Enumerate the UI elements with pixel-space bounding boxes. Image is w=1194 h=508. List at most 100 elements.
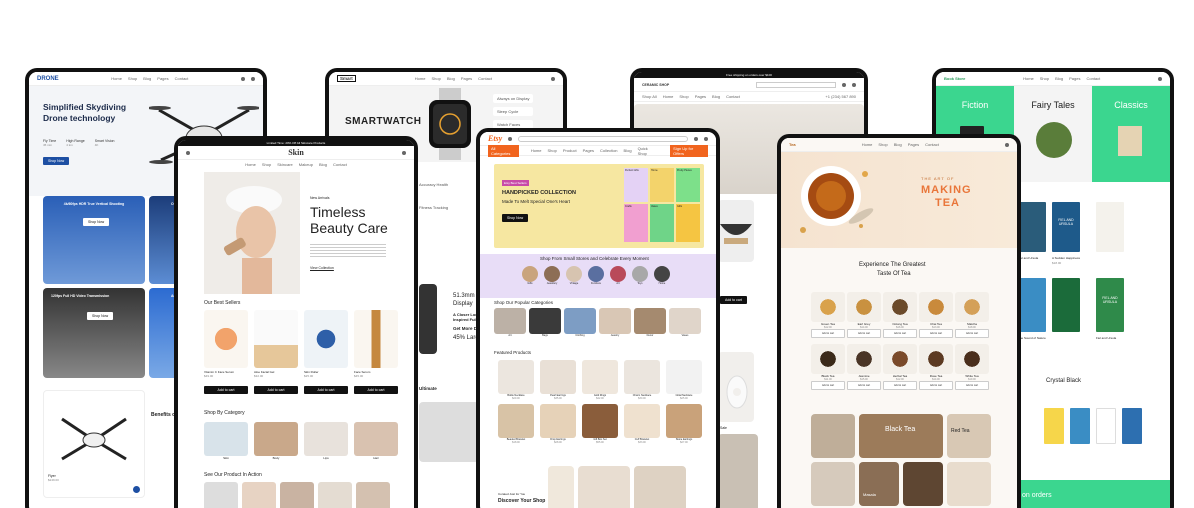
product-card[interactable]: Pearl Earrings $35.00 (540, 360, 576, 400)
add-to-cart-button[interactable]: Add to cart (847, 381, 881, 390)
product-card[interactable]: Vitamin C Face Serum $49.00 Add to cart (204, 310, 248, 396)
category-card[interactable]: Jewelry (599, 308, 631, 337)
add-to-cart-button[interactable]: Add to cart (955, 381, 989, 390)
menu-icon[interactable] (508, 136, 513, 141)
ceramic-nav-pages[interactable]: Pages (695, 94, 706, 99)
store-circle[interactable]: Furniture (588, 266, 604, 285)
genre-fairy-tales[interactable]: Fairy Tales (1014, 86, 1092, 182)
book-cover[interactable] (1018, 278, 1046, 332)
store-circle[interactable]: Home (654, 266, 670, 285)
skin-nav-blog[interactable]: Blog (319, 162, 327, 167)
drone-nav-home[interactable]: Home (111, 76, 122, 81)
cart-icon[interactable] (551, 76, 555, 81)
heart-icon[interactable] (694, 136, 698, 141)
tea-card[interactable]: Herbal Tea $12.00 Add to cart (883, 344, 917, 390)
etsy-search-input[interactable] (518, 135, 688, 142)
add-to-cart-button[interactable]: Add to cart (847, 329, 881, 338)
tile-shop-button[interactable]: Shop Now (83, 218, 110, 226)
cart-icon[interactable] (251, 76, 255, 81)
add-to-cart-button[interactable]: Add to cart (811, 329, 845, 338)
add-to-cart-button[interactable]: Add to cart (204, 386, 248, 394)
add-to-cart-button[interactable]: Add to cart (254, 386, 298, 394)
etsy-nav-quick-shop[interactable]: Quick Shop (638, 146, 659, 156)
books-nav-home[interactable]: Home (1023, 76, 1034, 81)
video-thumb[interactable] (204, 482, 238, 508)
product-card[interactable]: Gift Box Set $55.00 (582, 404, 618, 444)
skin-nav-skincare[interactable]: Skincare (277, 162, 293, 167)
book-cover[interactable] (1044, 408, 1064, 444)
drone-tile-3[interactable]: 120fps Full HD Video Transmission Shop N… (43, 288, 145, 378)
store-circle[interactable]: Jewellery (544, 266, 560, 285)
tea-nav-home[interactable]: Home (862, 142, 873, 147)
genre-classics[interactable]: Classics (1092, 86, 1170, 182)
tea-promo-3[interactable]: Red Tea (947, 414, 991, 458)
search-bar[interactable] (756, 81, 836, 88)
book-cover[interactable] (1070, 408, 1090, 444)
drone-shop-now-button[interactable]: Shop Now (43, 157, 70, 165)
watch-nav-home[interactable]: Home (415, 76, 426, 81)
add-to-cart-button[interactable]: Add to cart (919, 329, 953, 338)
ceramic-nav-contact[interactable]: Contact (726, 94, 740, 99)
book-cover[interactable] (1096, 202, 1124, 252)
add-to-cart-button[interactable]: Add to cart (883, 381, 917, 390)
tea-card[interactable]: Oolong Tea $16.00 Add to cart (883, 292, 917, 338)
book-cover[interactable] (1122, 408, 1142, 444)
category-card[interactable]: Decor (634, 308, 666, 337)
hero-tile[interactable]: Crafts (624, 204, 648, 242)
hero-tile[interactable]: Perfect Gifts (624, 168, 648, 202)
book-cover[interactable] (1018, 202, 1046, 252)
etsy-nav-home[interactable]: Home (531, 148, 542, 153)
skin-nav-shop[interactable]: Shop (262, 162, 271, 167)
watch-logo[interactable]: Smart (337, 75, 356, 82)
skin-view-collection-link[interactable]: View Collection (310, 266, 334, 270)
product-card[interactable]: Cuff Bracelet $33.00 (624, 404, 660, 444)
skin-nav-makeup[interactable]: Makeup (299, 162, 313, 167)
tea-card[interactable]: Green Tea $12.00 Add to cart (811, 292, 845, 338)
product-card[interactable]: Charm Necklace $30.00 (624, 360, 660, 400)
tea-promo-2[interactable]: Black Tea (859, 414, 943, 458)
tea-promo-1[interactable] (811, 414, 855, 458)
category-card[interactable]: Body (254, 422, 298, 460)
add-to-cart-button[interactable]: Add to cart (304, 386, 348, 394)
ceramic-logo[interactable]: CERAMIC SHOP (642, 83, 669, 87)
video-thumb[interactable] (242, 482, 276, 508)
add-to-cart-button[interactable]: Add to cart (955, 329, 989, 338)
hero-tile[interactable]: Home (650, 168, 674, 202)
ceramic-nav-blog[interactable]: Blog (712, 94, 720, 99)
product-card[interactable]: Gold Rings $42.00 (582, 360, 618, 400)
video-thumb[interactable] (280, 482, 314, 508)
book-cover[interactable] (1052, 278, 1080, 332)
user-icon[interactable] (842, 82, 846, 87)
book-cover[interactable]: FIEL AND URSULA (1052, 202, 1080, 252)
etsy-all-categories-button[interactable]: All Categories (488, 144, 519, 157)
product-card[interactable]: Initial Necklace $25.00 (666, 360, 702, 400)
watch-nav-pages[interactable]: Pages (461, 76, 472, 81)
store-circle[interactable]: Gifts (522, 266, 538, 285)
tea-promo-7[interactable] (947, 462, 991, 506)
cart-icon[interactable] (704, 136, 708, 141)
tea-promo-6[interactable] (903, 462, 943, 506)
search-icon[interactable] (241, 76, 245, 81)
drone-nav-contact[interactable]: Contact (175, 76, 189, 81)
cart-icon[interactable] (1158, 76, 1163, 81)
drone-nav-pages[interactable]: Pages (157, 76, 168, 81)
tea-promo-4[interactable] (811, 462, 855, 506)
add-to-cart-button[interactable]: Add to cart (919, 381, 953, 390)
cart-icon[interactable] (1005, 142, 1009, 147)
tea-logo[interactable]: Tea (789, 142, 796, 147)
drone-product-card[interactable]: Flyer $249.00 (43, 390, 145, 498)
product-card[interactable]: Beaded Bracelet $18.00 (498, 404, 534, 444)
category-card[interactable]: Lips (304, 422, 348, 460)
hero-tile[interactable]: Pretty Pieces (676, 168, 700, 202)
store-circle[interactable]: Toys (632, 266, 648, 285)
books-nav-shop[interactable]: Shop (1040, 76, 1049, 81)
drone-nav-blog[interactable]: Blog (143, 76, 151, 81)
etsy-nav-shop[interactable]: Shop (547, 148, 556, 153)
etsy-nav-blog[interactable]: Blog (624, 148, 632, 153)
product-card[interactable]: Aloe Facial Gel $32.00 Add to cart (254, 310, 298, 396)
etsy-nav-product[interactable]: Product (563, 148, 577, 153)
watch-nav-shop[interactable]: Shop (431, 76, 440, 81)
category-card[interactable]: Clothing (564, 308, 596, 337)
product-card[interactable]: Skin Roller $25.00 Add to cart (304, 310, 348, 396)
menu-icon[interactable] (186, 150, 190, 155)
